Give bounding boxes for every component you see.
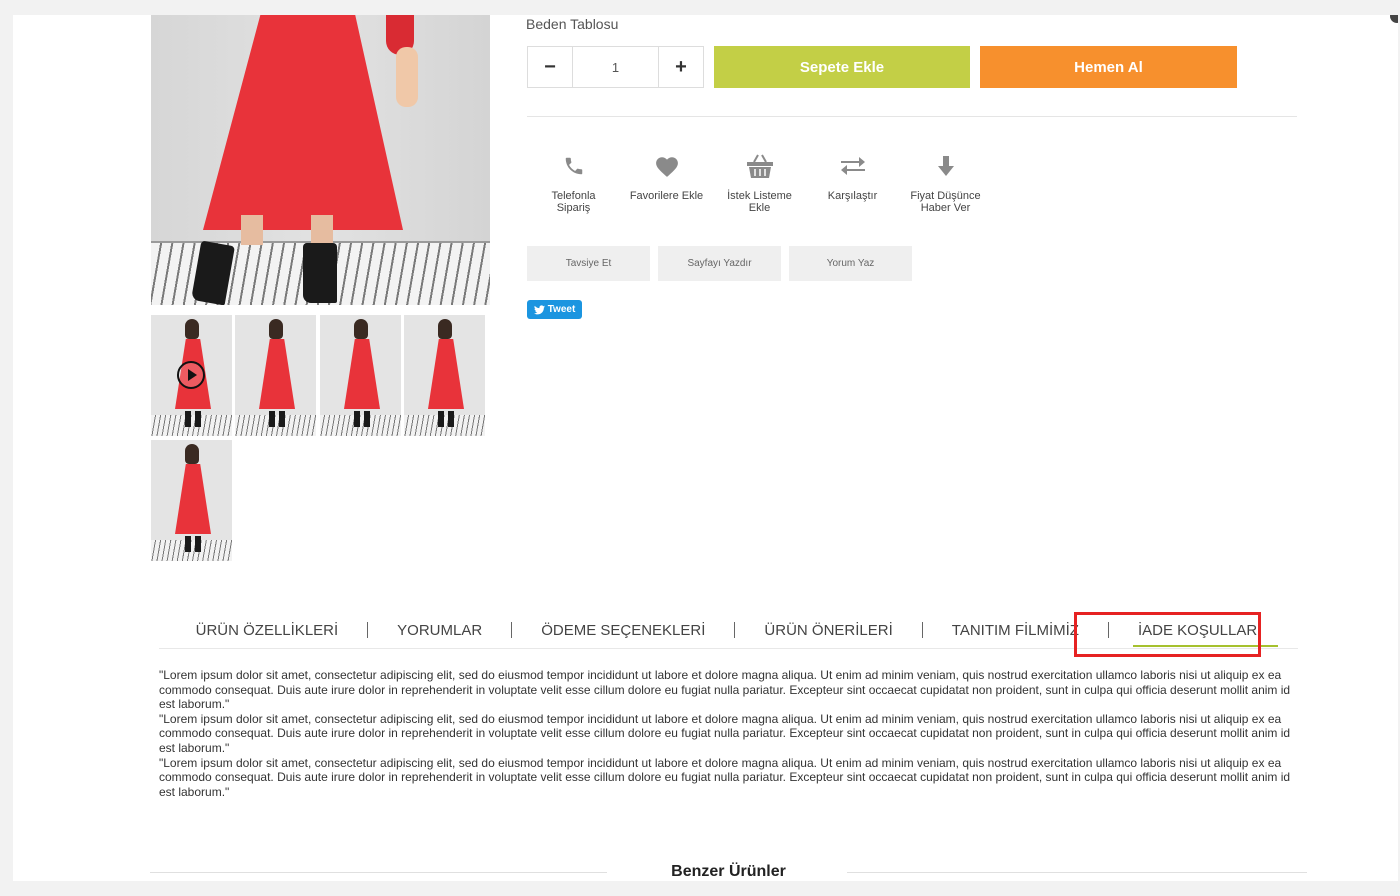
- thumb-boot: [354, 411, 360, 427]
- model-leg: [311, 215, 333, 245]
- product-thumbnail[interactable]: [235, 315, 316, 436]
- product-thumbnail[interactable]: [151, 440, 232, 561]
- thumb-boot: [195, 411, 201, 427]
- thumb-floor: [151, 415, 232, 436]
- compare-icon: [840, 157, 865, 175]
- thumb-floor: [320, 415, 401, 436]
- play-icon[interactable]: [177, 361, 205, 389]
- tab-separator: [511, 622, 513, 638]
- heart-icon: [655, 157, 678, 177]
- description-paragraph: "Lorem ipsum dolor sit amet, consectetur…: [159, 711, 1291, 755]
- print-page-button[interactable]: Sayfayı Yazdır: [658, 246, 781, 281]
- thumb-floor: [151, 540, 232, 561]
- divider: [527, 116, 1297, 117]
- model-boot: [303, 243, 337, 303]
- tab-reviews[interactable]: YORUMLAR: [376, 612, 503, 649]
- thumb-boot: [364, 411, 370, 427]
- phone-icon: [565, 157, 582, 175]
- add-to-favorites-action[interactable]: Favorilere Ekle: [620, 150, 713, 214]
- thumb-floor: [235, 415, 316, 436]
- tab-promo-video[interactable]: TANITIM FİLMİMİZ: [931, 612, 1100, 649]
- buy-now-button[interactable]: Hemen Al: [980, 46, 1237, 88]
- thumb-boot: [195, 536, 201, 552]
- basket-icon: [746, 154, 773, 178]
- tab-separator: [1107, 622, 1109, 638]
- thumb-boot: [269, 411, 275, 427]
- phone-order-action[interactable]: Telefonla Sipariş: [527, 150, 620, 214]
- product-thumbnail[interactable]: [404, 315, 485, 436]
- quantity-stepper: − 1 +: [527, 46, 704, 88]
- product-tabs: ÜRÜN ÖZELLİKLERİ YORUMLAR ÖDEME SEÇENEKL…: [159, 612, 1298, 649]
- tweet-label: Tweet: [547, 304, 576, 315]
- action-label: Fiyat Düşünce Haber Ver: [910, 190, 981, 214]
- tab-separator: [921, 622, 923, 638]
- action-label: İstek Listeme Ekle: [727, 190, 792, 214]
- thumb-head: [185, 319, 199, 339]
- recommend-button[interactable]: Tavsiye Et: [527, 246, 650, 281]
- model-leg: [241, 215, 263, 245]
- similar-products-title: Benzer Ürünler: [671, 863, 786, 880]
- description-paragraph: "Lorem ipsum dolor sit amet, consectetur…: [159, 668, 1291, 712]
- tab-separator: [734, 622, 736, 638]
- page-frame: Beden Tablosu − 1 + Sepete Ekle Hemen Al…: [13, 15, 1398, 881]
- product-main-image[interactable]: [151, 15, 490, 305]
- secondary-buttons: Tavsiye Et Sayfayı Yazdır Yorum Yaz: [527, 246, 912, 281]
- thumb-head: [185, 444, 199, 464]
- compare-action[interactable]: Karşılaştır: [806, 150, 899, 214]
- thumb-boot: [279, 411, 285, 427]
- write-review-button[interactable]: Yorum Yaz: [789, 246, 912, 281]
- model-hand: [396, 47, 418, 107]
- size-table-link[interactable]: Beden Tablosu: [526, 16, 618, 32]
- similar-products-header: Benzer Ürünler: [150, 858, 1307, 880]
- tab-return-policy[interactable]: İADE KOŞULLARI: [1117, 612, 1282, 649]
- quantity-input[interactable]: 1: [572, 47, 659, 87]
- tweet-button[interactable]: Tweet: [527, 300, 582, 319]
- thumb-floor: [404, 415, 485, 436]
- price-alert-action[interactable]: Fiyat Düşünce Haber Ver: [899, 150, 992, 214]
- thumb-boot: [448, 411, 454, 427]
- product-thumbnail-video[interactable]: [151, 315, 232, 436]
- thumb-head: [438, 319, 452, 339]
- thumb-boot: [185, 536, 191, 552]
- add-to-wishlist-action[interactable]: İstek Listeme Ekle: [713, 150, 806, 214]
- add-to-cart-button[interactable]: Sepete Ekle: [714, 46, 970, 88]
- action-label: Favorilere Ekle: [629, 190, 704, 202]
- quantity-plus-button[interactable]: +: [659, 47, 703, 87]
- twitter-icon: [533, 304, 545, 314]
- tab-payment-options[interactable]: ÖDEME SEÇENEKLERİ: [520, 612, 726, 649]
- thumb-boot: [185, 411, 191, 427]
- quantity-minus-button[interactable]: −: [528, 47, 572, 87]
- tab-content: "Lorem ipsum dolor sit amet, consectetur…: [159, 668, 1299, 799]
- tab-separator: [367, 622, 369, 638]
- thumb-boot: [438, 411, 444, 427]
- tab-product-features[interactable]: ÜRÜN ÖZELLİKLERİ: [175, 612, 360, 649]
- thumb-head: [269, 319, 283, 339]
- product-actions: Telefonla Sipariş Favorilere Ekle İstek …: [527, 150, 992, 214]
- product-thumbnail[interactable]: [320, 315, 401, 436]
- action-label: Karşılaştır: [827, 190, 878, 202]
- tab-product-recommendations[interactable]: ÜRÜN ÖNERİLERİ: [743, 612, 913, 649]
- arrow-down-icon: [937, 156, 954, 176]
- thumb-head: [354, 319, 368, 339]
- action-label: Telefonla Sipariş: [551, 190, 596, 214]
- window-corner: [1390, 15, 1398, 23]
- description-paragraph: "Lorem ipsum dolor sit amet, consectetur…: [159, 755, 1291, 799]
